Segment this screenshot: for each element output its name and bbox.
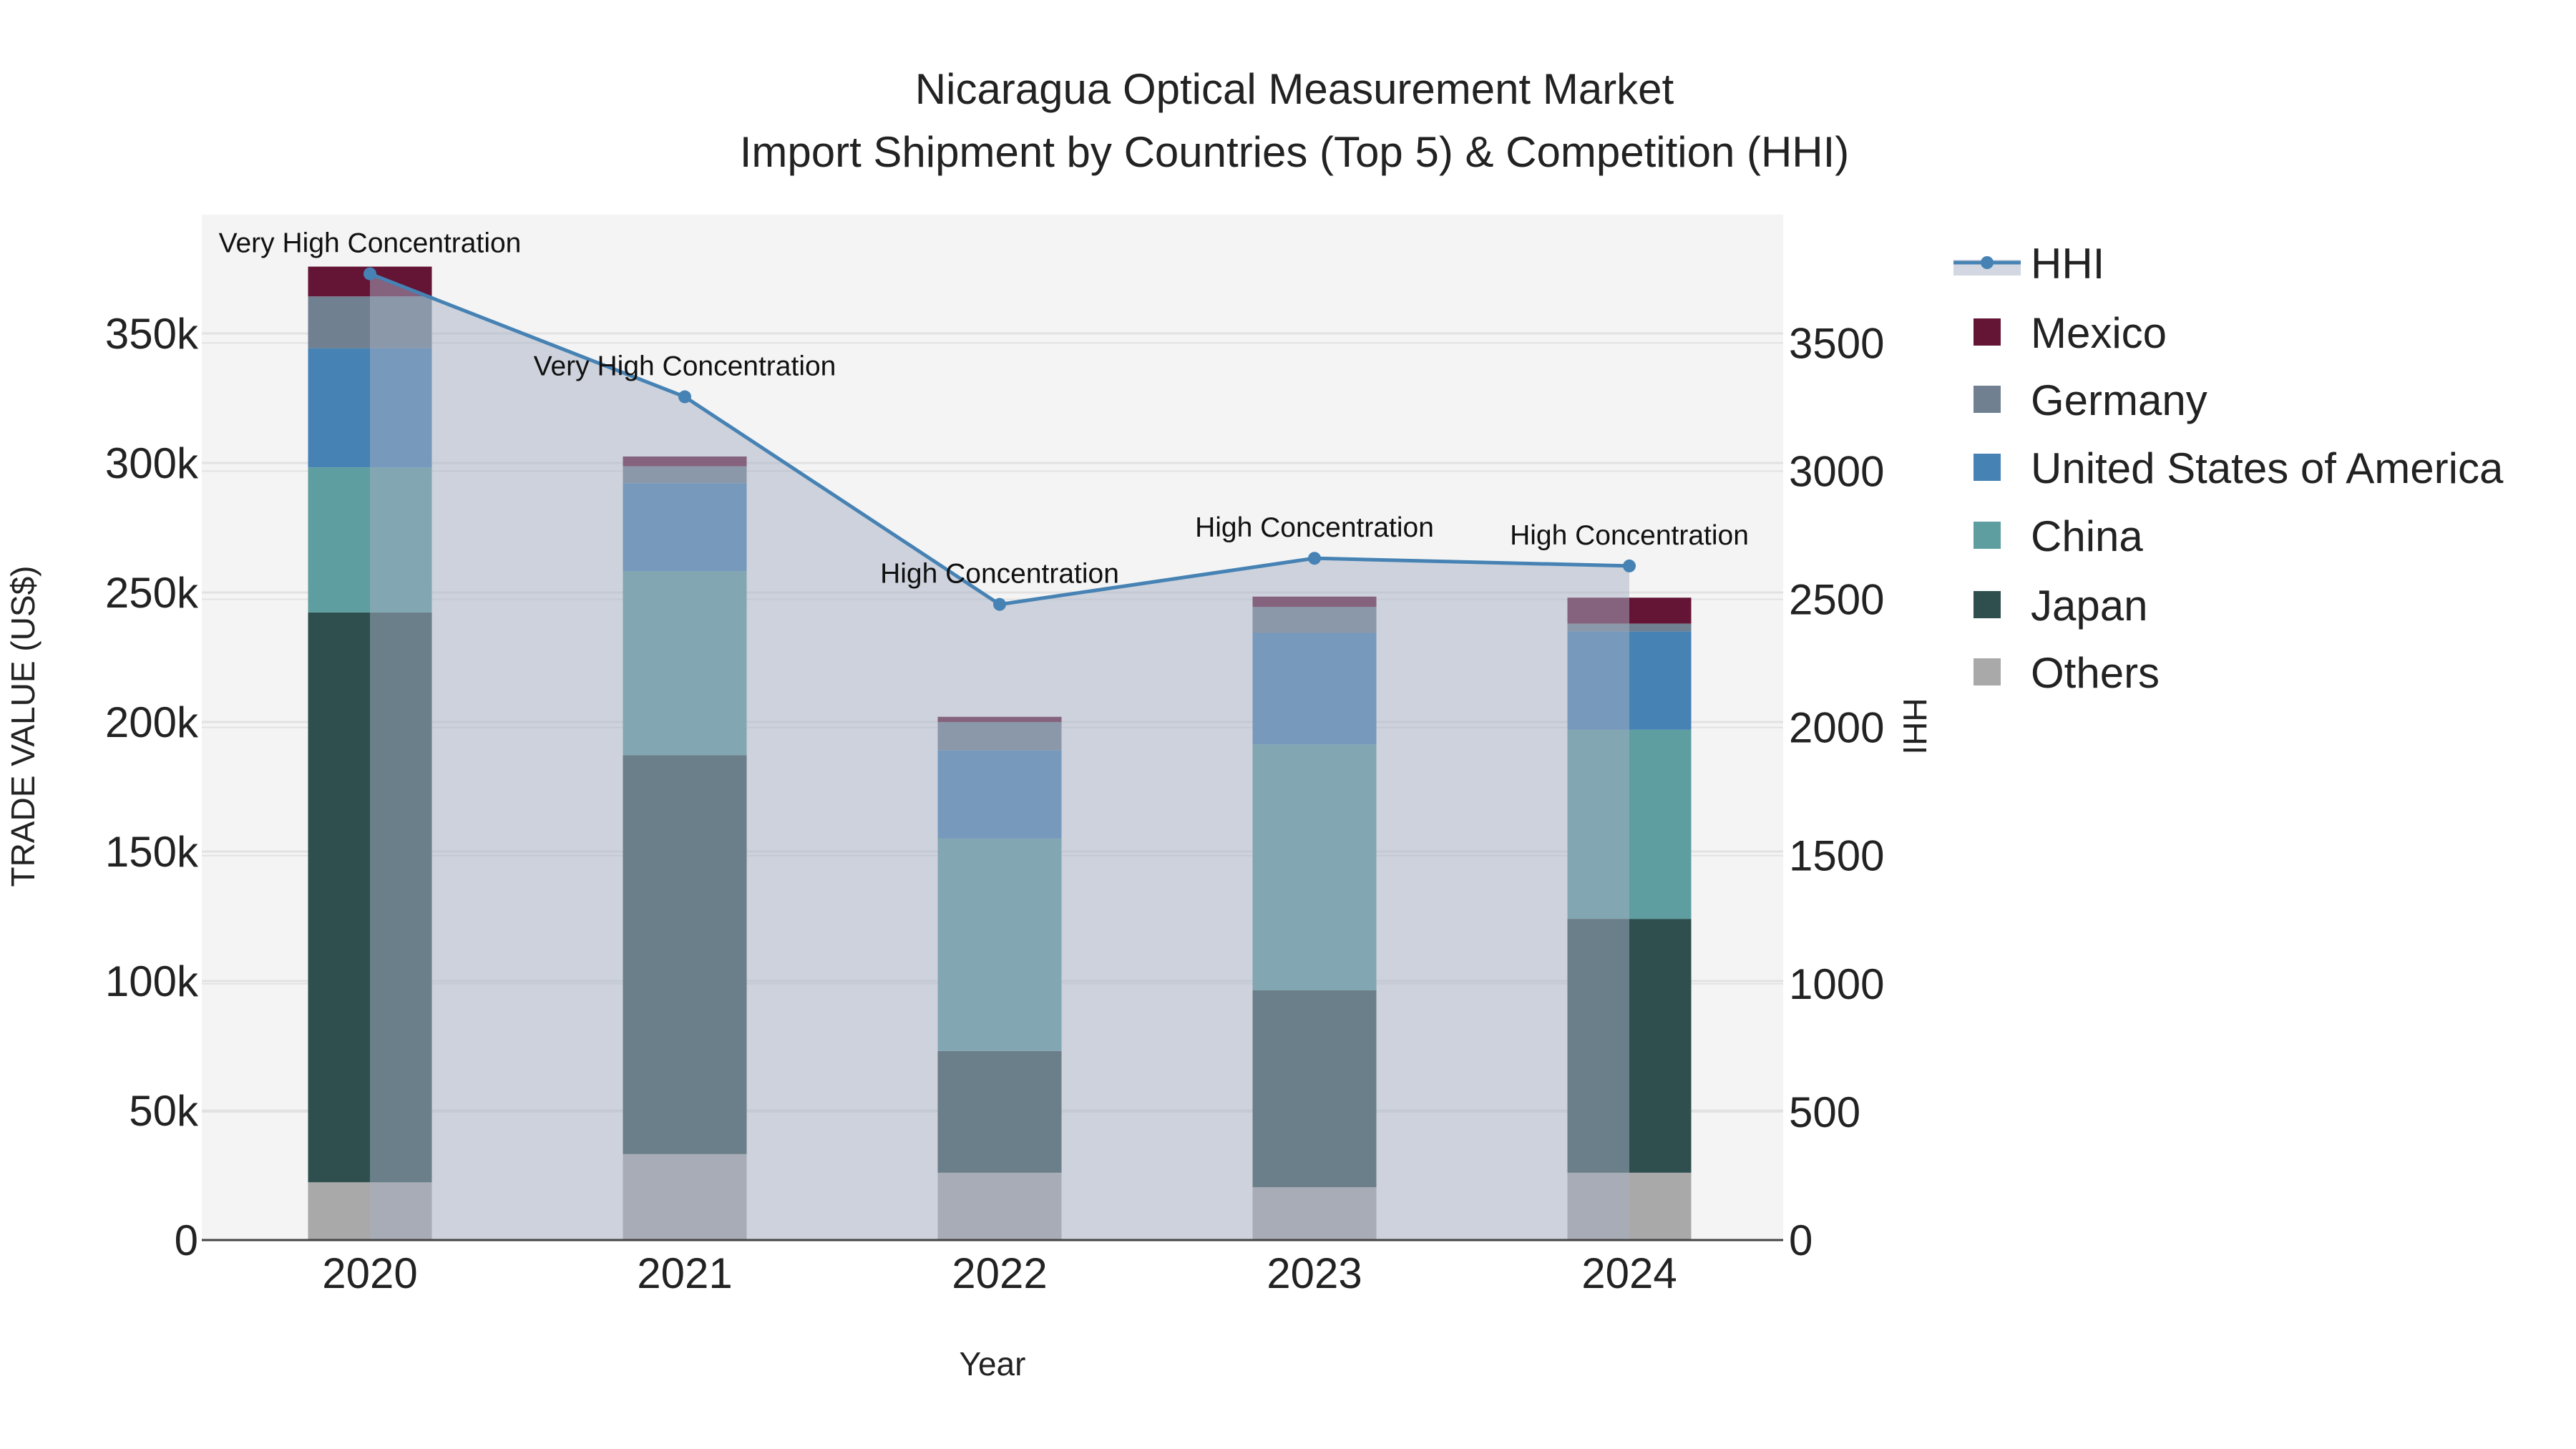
- y2-tick-label: 1000: [1789, 960, 1884, 1008]
- y-tick-label: 200k: [105, 698, 199, 746]
- legend-label: United States of America: [2031, 444, 2504, 492]
- x-tick-label: 2021: [637, 1249, 732, 1297]
- chart-subtitle: Import Shipment by Countries (Top 5) & C…: [740, 128, 1850, 176]
- hhi-annotation: High Concentration: [1510, 520, 1749, 551]
- hhi-annotation: High Concentration: [880, 559, 1119, 590]
- legend-label: Japan: [2031, 582, 2147, 630]
- hhi-point: [364, 267, 376, 280]
- legend-label: Germany: [2031, 376, 2207, 424]
- y-tick-label: 100k: [105, 957, 199, 1005]
- chart: Very High Concentration Very High Concent…: [4, 65, 2504, 1382]
- legend-label: Mexico: [2031, 309, 2167, 357]
- legend-swatch: [1974, 318, 2001, 346]
- x-tick-label: 2022: [952, 1249, 1047, 1297]
- y2-tick-label: 3000: [1789, 447, 1884, 495]
- legend: HHI Mexico Germany United States of America…: [1953, 240, 2504, 697]
- x-tick-label: 2020: [322, 1249, 417, 1297]
- hhi-point: [1623, 559, 1636, 572]
- hhi-point: [678, 390, 691, 404]
- chart-title: Nicaragua Optical Measurement Market: [915, 65, 1674, 113]
- legend-swatch: [1974, 522, 2001, 549]
- legend-label: HHI: [2031, 240, 2104, 288]
- y2-tick-label: 3500: [1789, 319, 1884, 367]
- hhi-point: [993, 597, 1006, 611]
- legend-swatch: [1974, 386, 2001, 413]
- x-axis-title: Year: [960, 1345, 1026, 1382]
- y2-tick-label: 2000: [1789, 704, 1884, 752]
- hhi-annotation: Very High Concentration: [219, 228, 522, 259]
- x-tick-label: 2024: [1581, 1249, 1677, 1297]
- hhi-annotation: Very High Concentration: [534, 351, 836, 382]
- legend-swatch: [1974, 454, 2001, 481]
- y-tick-label: 300k: [105, 439, 199, 487]
- legend-label: China: [2031, 512, 2143, 560]
- legend-swatch: [1974, 658, 2001, 686]
- y2-axis-title: HHI: [1896, 698, 1933, 754]
- y-tick-label: 150k: [105, 828, 199, 876]
- y-tick-label: 0: [175, 1216, 198, 1264]
- y-tick-label: 50k: [129, 1087, 199, 1135]
- y-tick-label: 350k: [105, 310, 199, 358]
- y2-tick-label: 1500: [1789, 832, 1884, 880]
- y2-tick-label: 500: [1789, 1088, 1860, 1136]
- y-tick-label: 250k: [105, 569, 199, 617]
- y-axis-title: TRADE VALUE (US$): [4, 565, 42, 887]
- legend-label: Others: [2031, 649, 2160, 697]
- legend-swatch: [1974, 591, 2001, 618]
- hhi-point: [1308, 552, 1321, 565]
- y2-tick-label: 2500: [1789, 576, 1884, 624]
- legend-marker: [1981, 256, 1994, 269]
- hhi-annotation: High Concentration: [1195, 512, 1434, 543]
- x-tick-label: 2023: [1267, 1249, 1362, 1297]
- y2-tick-label: 0: [1789, 1216, 1813, 1264]
